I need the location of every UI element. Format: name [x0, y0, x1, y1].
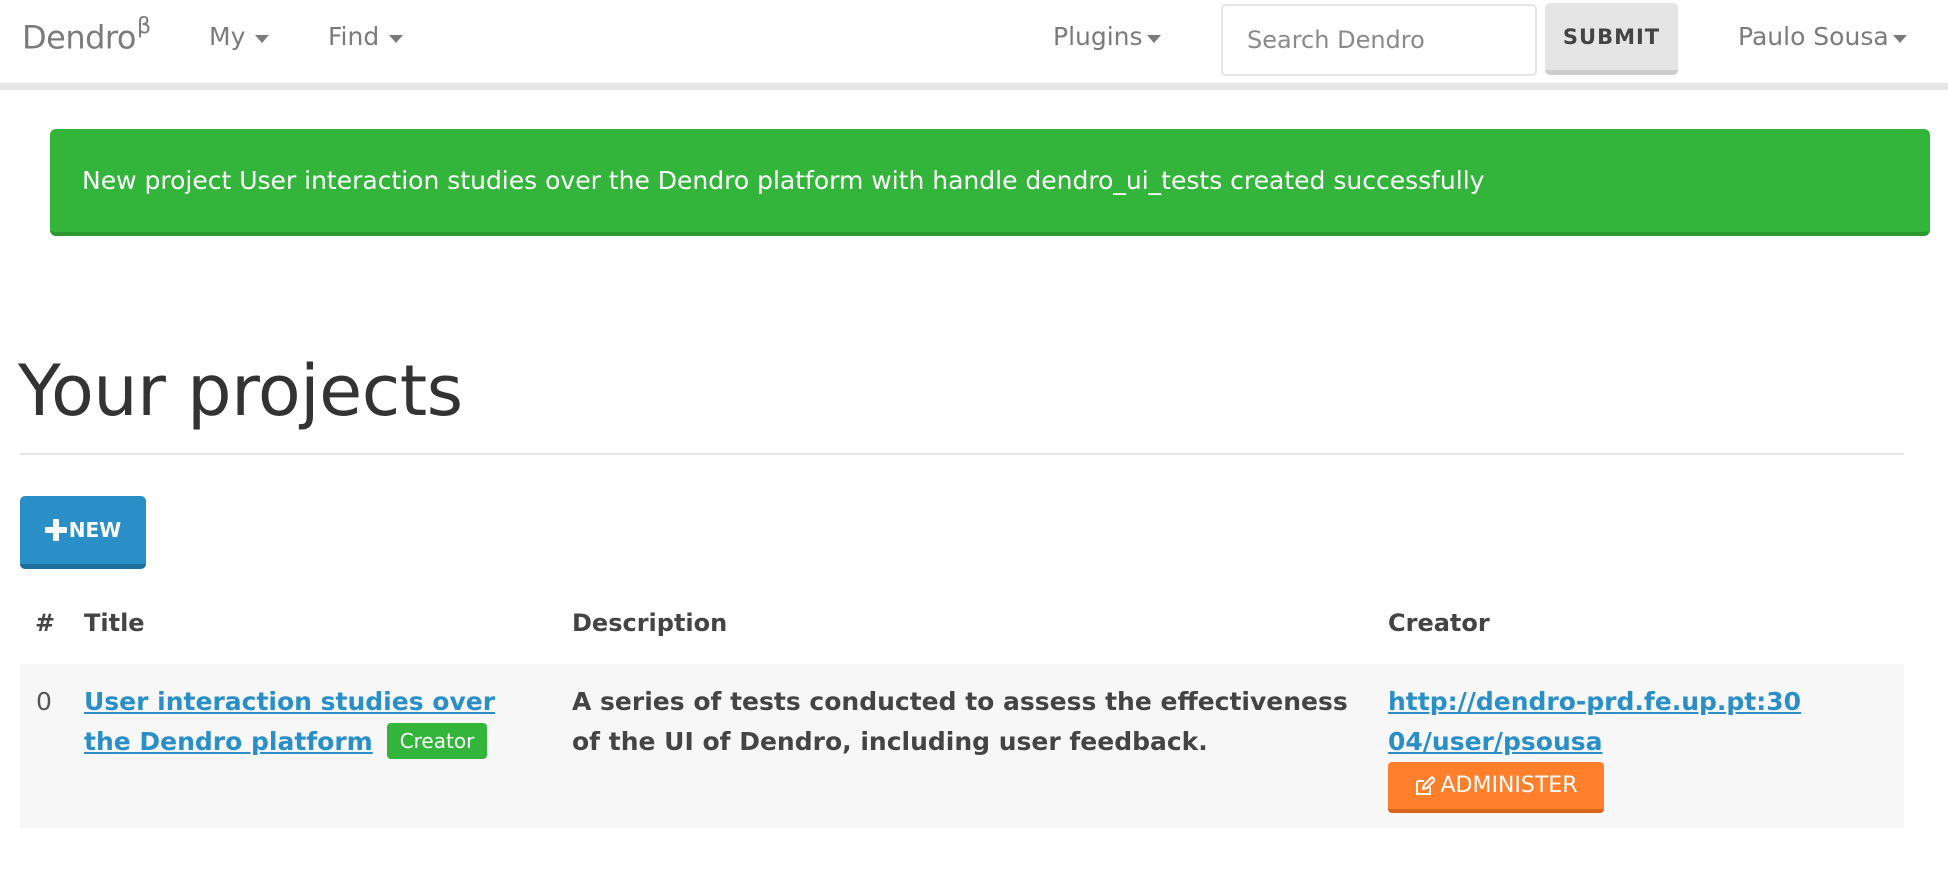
column-header-description: Description [572, 609, 728, 637]
user-menu-dropdown[interactable]: Paulo Sousa [1738, 22, 1907, 51]
search-input[interactable] [1221, 4, 1537, 76]
brand-beta-mark: β [136, 14, 151, 39]
nav-plugins-label: Plugins [1053, 22, 1143, 51]
edit-icon [1415, 775, 1435, 795]
row-index: 0 [36, 687, 52, 716]
administer-label: ADMINISTER [1440, 773, 1578, 798]
project-title-cell: User interaction studies over the Dendro… [84, 682, 544, 762]
page-title: Your projects [18, 350, 463, 432]
navbar: Dendroβ My Find Plugins SUBMIT Paulo Sou… [0, 0, 1948, 90]
caret-down-icon [255, 34, 270, 43]
brand-logo[interactable]: Dendroβ [22, 14, 151, 57]
caret-down-icon [389, 34, 404, 43]
project-creator-cell: http://dendro-prd.fe.up.pt:3004/user/pso… [1388, 682, 1808, 762]
column-header-index: # [35, 609, 56, 637]
project-description: A series of tests conducted to assess th… [572, 687, 1348, 756]
user-name-label: Paulo Sousa [1738, 22, 1889, 51]
nav-plugins-dropdown[interactable]: Plugins [1053, 22, 1161, 51]
nav-my-label: My [209, 22, 246, 51]
plus-icon [44, 519, 67, 541]
caret-down-icon [1892, 34, 1907, 43]
administer-button[interactable]: ADMINISTER [1388, 762, 1604, 813]
new-project-label: NEW [68, 518, 122, 542]
creator-profile-link[interactable]: http://dendro-prd.fe.up.pt:3004/user/pso… [1388, 687, 1801, 756]
nav-find-dropdown[interactable]: Find [328, 22, 404, 51]
title-divider [20, 453, 1904, 455]
alert-message: New project User interaction studies ove… [82, 166, 1485, 195]
success-alert: New project User interaction studies ove… [50, 129, 1930, 236]
brand-name: Dendro [22, 18, 136, 57]
column-header-title: Title [84, 609, 145, 637]
caret-down-icon [1146, 34, 1161, 43]
search-submit-button[interactable]: SUBMIT [1545, 3, 1678, 75]
new-project-button[interactable]: NEW [20, 496, 146, 569]
nav-my-dropdown[interactable]: My [209, 22, 270, 51]
column-header-creator: Creator [1388, 609, 1490, 637]
nav-find-label: Find [328, 22, 380, 51]
creator-role-badge: Creator [386, 723, 488, 759]
